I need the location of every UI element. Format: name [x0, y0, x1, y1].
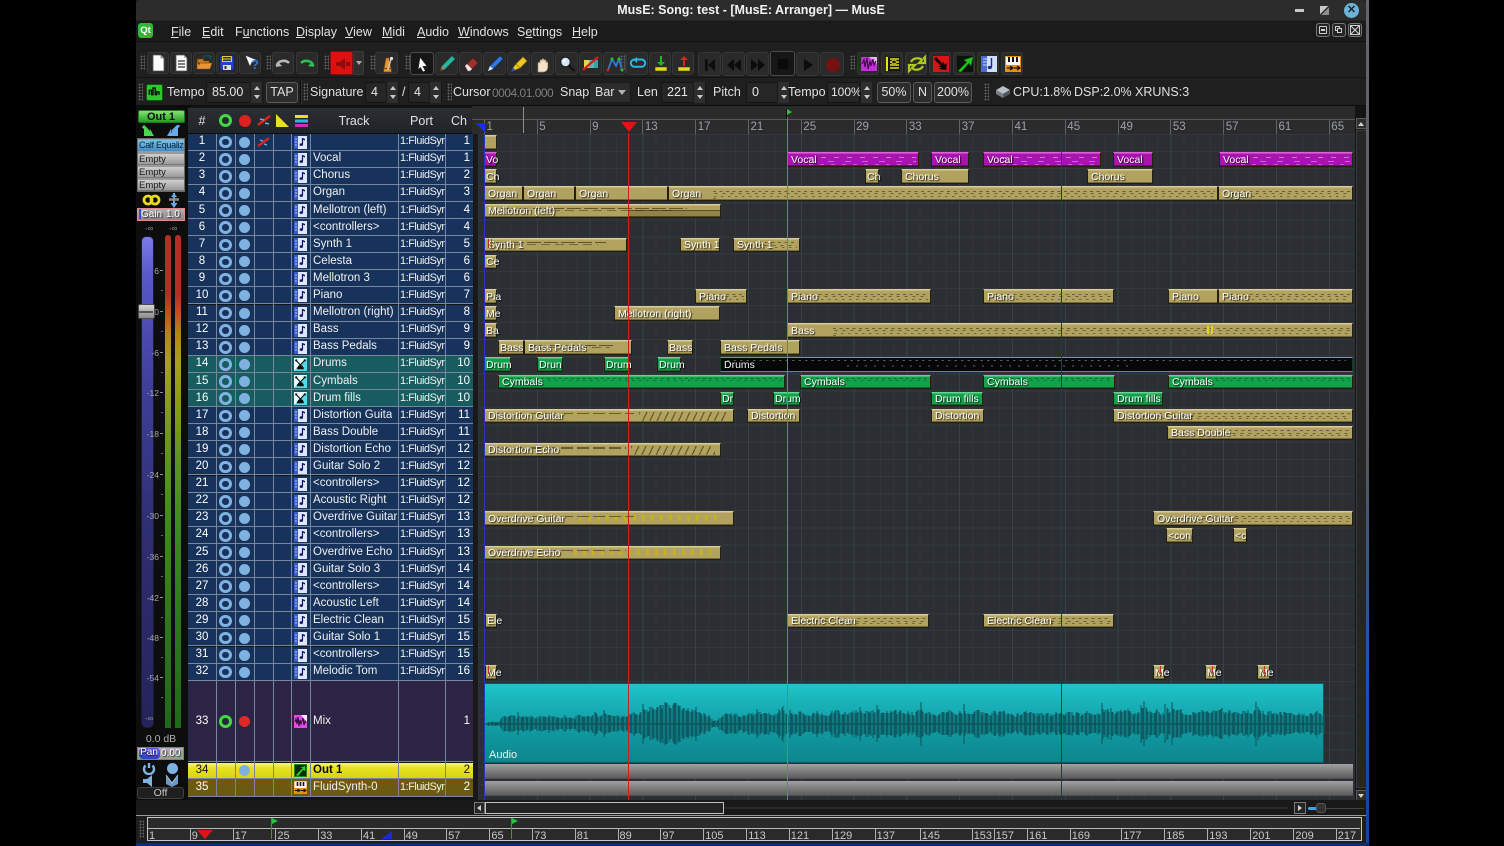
- svg-text:?: ?: [251, 57, 259, 72]
